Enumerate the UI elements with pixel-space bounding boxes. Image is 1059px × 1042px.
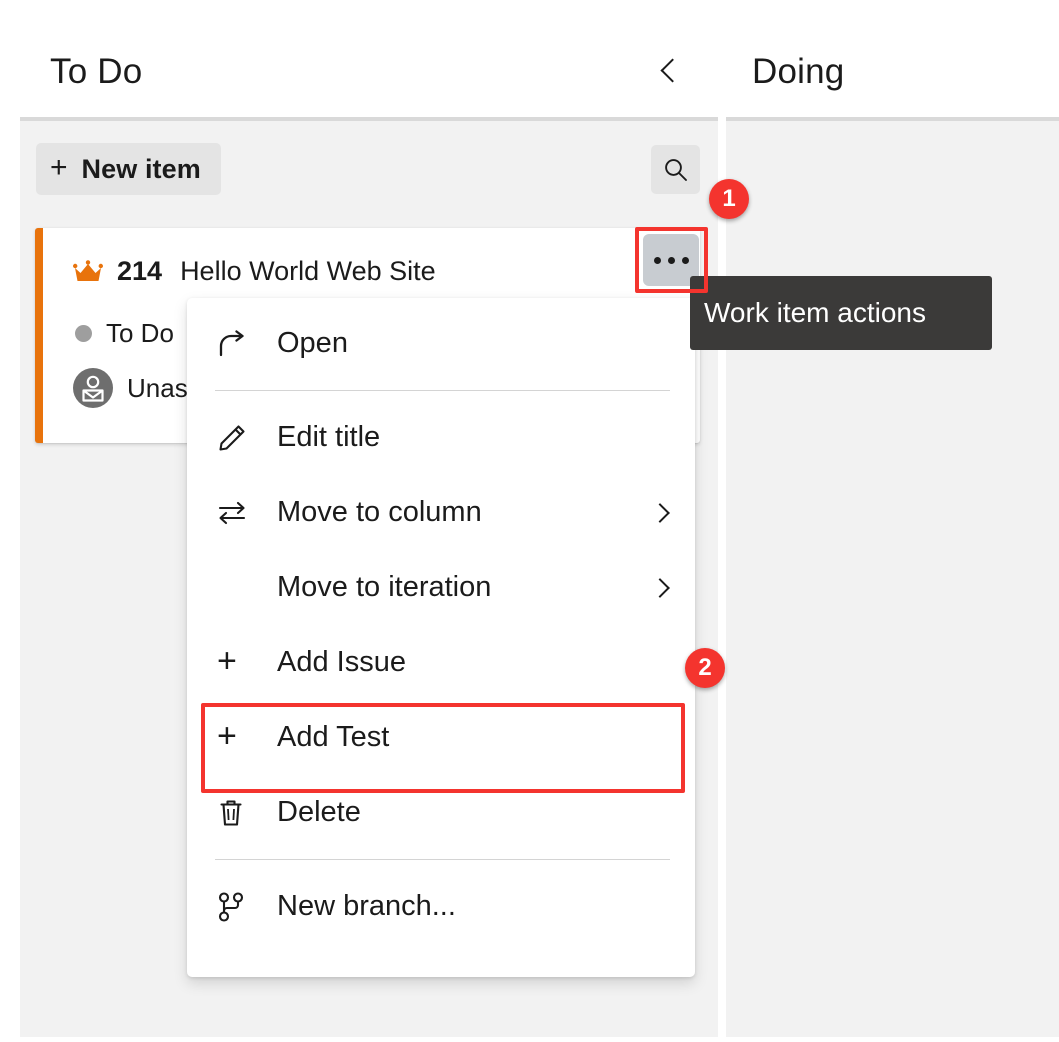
menu-item-move-to-iteration[interactable]: Move to iteration bbox=[187, 550, 695, 625]
search-button[interactable] bbox=[651, 145, 700, 194]
menu-item-open[interactable]: Open bbox=[187, 306, 695, 381]
column-title-todo: To Do bbox=[50, 51, 143, 91]
menu-item-delete[interactable]: Delete bbox=[187, 775, 695, 850]
card-title-row: 214 Hello World Web Site bbox=[73, 256, 436, 287]
chevron-left-icon bbox=[659, 57, 685, 83]
menu-item-label: Open bbox=[277, 327, 348, 359]
plus-icon: + bbox=[217, 641, 237, 680]
trash-icon bbox=[217, 798, 259, 828]
person-avatar-icon bbox=[73, 368, 113, 408]
plus-icon: + bbox=[217, 716, 237, 755]
menu-item-edit-title[interactable]: Edit title bbox=[187, 400, 695, 475]
card-state-row: To Do bbox=[75, 318, 174, 349]
pencil-icon bbox=[217, 423, 259, 453]
state-dot-icon bbox=[75, 325, 92, 342]
menu-separator bbox=[215, 390, 670, 391]
tooltip-text: Work item actions bbox=[704, 297, 926, 328]
plus-icon: + bbox=[50, 150, 68, 184]
menu-item-label: Edit title bbox=[277, 421, 381, 453]
search-icon bbox=[664, 158, 687, 181]
collapse-column-button[interactable] bbox=[650, 46, 694, 94]
open-external-icon bbox=[217, 329, 259, 358]
new-item-label: New item bbox=[81, 153, 201, 184]
menu-item-add-test[interactable]: + Add Test bbox=[187, 700, 695, 775]
column-header-todo: To Do bbox=[50, 40, 142, 102]
crown-icon bbox=[73, 259, 103, 281]
step-badge-2: 2 bbox=[685, 648, 725, 688]
chevron-right-icon bbox=[650, 577, 670, 598]
menu-item-label: Add Issue bbox=[277, 646, 406, 678]
menu-item-label: Delete bbox=[277, 796, 361, 828]
step-badge-1: 1 bbox=[709, 179, 749, 219]
new-item-button[interactable]: + New item bbox=[36, 143, 221, 195]
menu-item-new-branch[interactable]: New branch... bbox=[187, 869, 695, 944]
column-header-doing: Doing bbox=[752, 40, 844, 102]
menu-item-label: Move to column bbox=[277, 496, 482, 528]
branch-icon bbox=[217, 891, 259, 922]
ellipsis-icon bbox=[681, 256, 689, 264]
ellipsis-icon bbox=[653, 256, 661, 264]
swap-arrows-icon bbox=[217, 499, 259, 527]
menu-item-label: Add Test bbox=[277, 721, 390, 753]
chevron-right-icon bbox=[650, 502, 670, 523]
column-body-doing bbox=[726, 117, 1059, 1037]
menu-separator bbox=[215, 859, 670, 860]
card-id: 214 bbox=[117, 256, 163, 286]
menu-item-label: New branch... bbox=[277, 890, 456, 922]
kanban-board: To Do Doing + New item 214 Hello World W… bbox=[0, 0, 1059, 1042]
menu-item-add-issue[interactable]: + Add Issue bbox=[187, 625, 695, 700]
card-state-label: To Do bbox=[106, 318, 174, 348]
menu-item-move-to-column[interactable]: Move to column bbox=[187, 475, 695, 550]
ellipsis-icon bbox=[667, 256, 675, 264]
column-title-doing: Doing bbox=[752, 51, 845, 91]
menu-item-label: Move to iteration bbox=[277, 571, 492, 603]
tooltip-work-item-actions: Work item actions bbox=[690, 276, 992, 350]
work-item-context-menu: Open Edit title Move to column Move to i… bbox=[187, 298, 695, 977]
card-title: Hello World Web Site bbox=[180, 256, 436, 286]
